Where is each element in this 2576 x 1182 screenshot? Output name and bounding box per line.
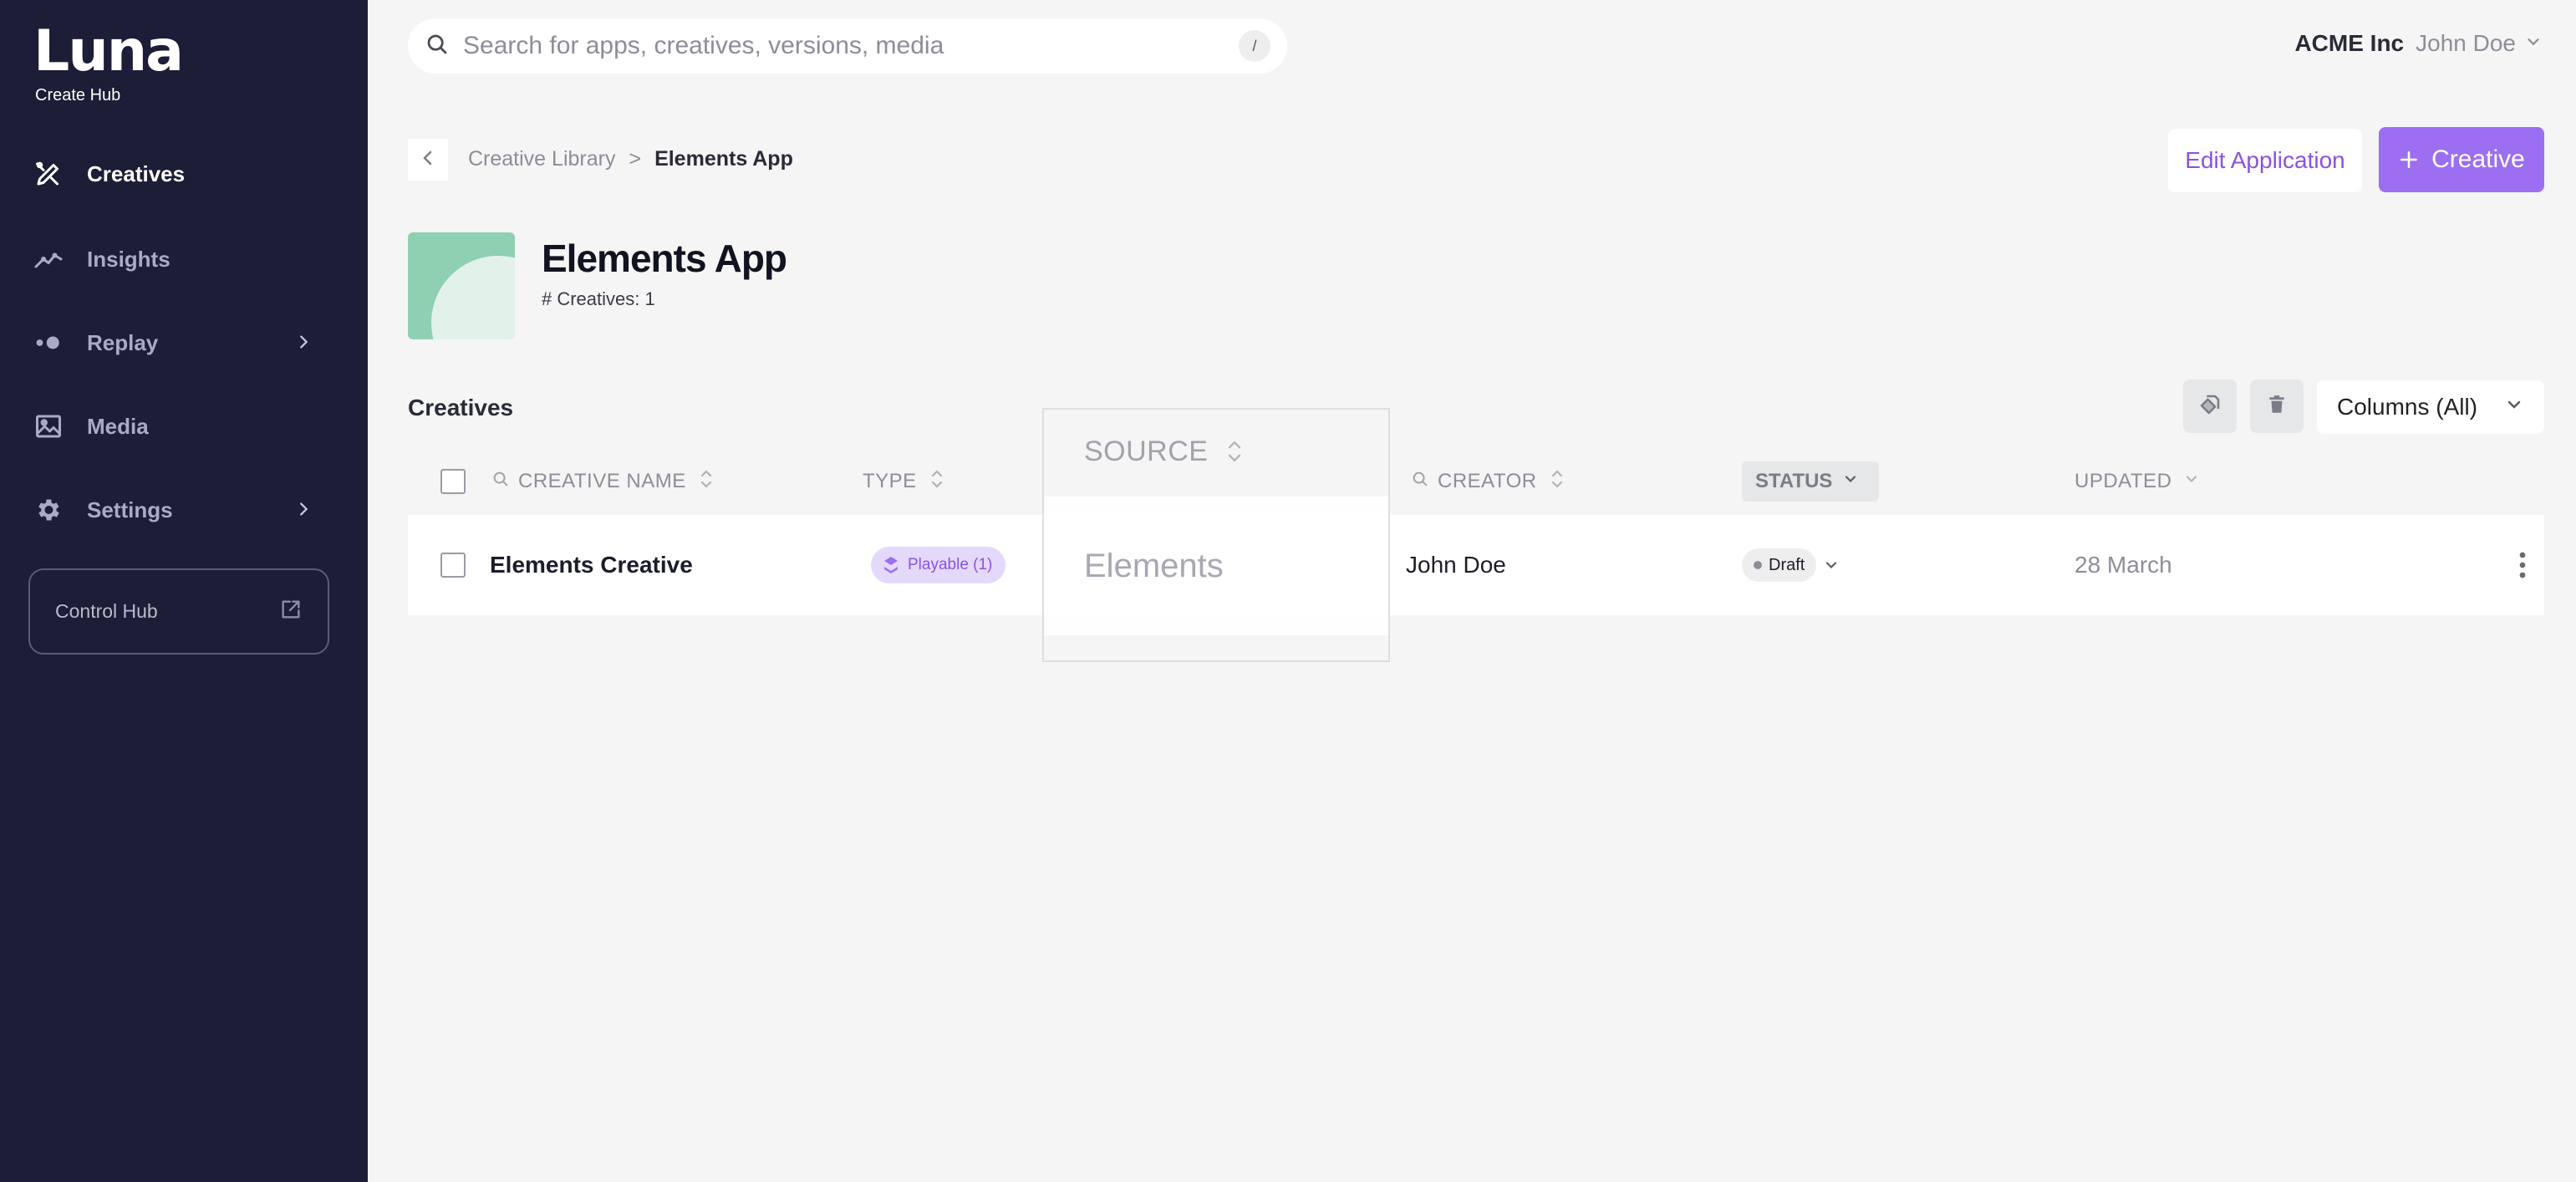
select-all-checkbox[interactable] [440, 469, 466, 494]
column-label: UPDATED [2075, 470, 2172, 492]
section-title: Creatives [408, 395, 514, 420]
plus-icon [2398, 143, 2420, 176]
chevron-down-icon [2524, 30, 2543, 57]
sidebar-item-replay[interactable]: Replay [33, 318, 326, 368]
breadcrumb: Creative Library > Elements App [468, 147, 793, 171]
chevron-right-icon [294, 333, 313, 355]
back-button[interactable] [408, 139, 448, 181]
gear-icon [33, 493, 87, 527]
column-header-type[interactable]: TYPE [863, 458, 945, 505]
chevron-right-icon [294, 500, 313, 522]
trash-icon [2266, 394, 2288, 420]
column-label: CREATIVE NAME [518, 470, 686, 492]
media-icon [33, 410, 87, 443]
create-creative-button[interactable]: Creative [2379, 127, 2544, 192]
status-dot [1754, 561, 1762, 569]
status-badge[interactable]: Draft [1742, 548, 1817, 582]
column-header-status[interactable]: STATUS [1742, 461, 1879, 502]
sort-icon[interactable] [1549, 467, 1565, 497]
table-header: CREATIVE NAME TYPE CREATOR STATUS UPDATE… [408, 458, 2544, 505]
app-root: Luna Create Hub Creatives Insights Repla… [0, 0, 2576, 1182]
row-checkbox[interactable] [440, 553, 466, 578]
org-name: ACME Inc [2294, 30, 2405, 56]
control-hub-label: Control Hub [55, 600, 158, 622]
column-label: STATUS [1755, 470, 1833, 492]
column-header-updated[interactable]: UPDATED [2075, 458, 2200, 505]
row-menu-icon[interactable] [2517, 550, 2528, 584]
type-cell: Playable (1) [871, 515, 1006, 615]
duplicate-button[interactable] [2183, 380, 2237, 433]
column-header-source[interactable]: SOURCE [1044, 410, 1388, 493]
column-label: CREATOR [1438, 470, 1537, 492]
edit-application-button[interactable]: Edit Application [2168, 129, 2362, 192]
sidebar-item-creatives[interactable]: Creatives [33, 149, 326, 199]
search-shortcut-hint: / [1239, 30, 1270, 62]
insights-icon [33, 242, 87, 276]
column-label: TYPE [863, 470, 917, 492]
sidebar-item-settings[interactable]: Settings [33, 485, 326, 535]
sidebar-item-insights[interactable]: Insights [33, 234, 326, 284]
duplicate-icon [2197, 392, 2222, 421]
sidebar-item-label: Creatives [87, 160, 186, 186]
sort-icon[interactable] [1224, 436, 1245, 466]
sidebar-item-label: Insights [87, 246, 171, 272]
chevron-left-icon [418, 148, 438, 172]
source-cell: Elements [1044, 497, 1388, 635]
columns-select-label: Columns (All) [2337, 394, 2478, 420]
replay-icon [33, 326, 87, 359]
search-input[interactable] [463, 32, 1239, 60]
chevron-down-icon [1842, 470, 1859, 493]
chevron-down-icon[interactable] [1823, 557, 1840, 573]
breadcrumb-parent[interactable]: Creative Library [468, 147, 615, 171]
logo-subtitle: Create Hub [35, 86, 121, 104]
column-header-creator[interactable]: CREATOR [1411, 458, 1565, 505]
search-icon[interactable] [491, 470, 510, 494]
search-bar[interactable]: / [408, 18, 1287, 74]
sidebar: Luna Create Hub Creatives Insights Repla… [0, 0, 368, 1182]
sidebar-item-label: Settings [87, 497, 173, 522]
create-creative-label: Creative [2431, 145, 2525, 173]
table-row[interactable]: Elements Creative Playable (1) John Doe … [408, 515, 2544, 615]
delete-button[interactable] [2250, 380, 2304, 433]
creatives-icon [33, 157, 87, 191]
breadcrumb-current: Elements App [654, 147, 793, 171]
sidebar-item-label: Media [87, 413, 149, 439]
column-header-name[interactable]: CREATIVE NAME [491, 458, 715, 505]
type-badge: Playable (1) [871, 547, 1006, 583]
dragged-source-column[interactable]: SOURCE Elements [1042, 408, 1390, 662]
search-icon [425, 32, 450, 61]
column-label: SOURCE [1084, 435, 1209, 467]
app-thumbnail [408, 232, 515, 339]
search-icon[interactable] [1411, 470, 1429, 494]
chevron-down-icon [2183, 470, 2200, 493]
sort-icon[interactable] [929, 467, 945, 497]
playable-icon [883, 556, 899, 574]
breadcrumb-separator: > [629, 147, 642, 171]
creative-name-cell[interactable]: Elements Creative [490, 515, 693, 615]
external-link-icon [279, 598, 303, 625]
user-name: John Doe [2416, 30, 2516, 56]
app-thumbnail-shape [431, 256, 515, 339]
logo: Luna [33, 18, 184, 84]
creator-cell: John Doe [1406, 552, 1506, 578]
page-title: Elements App [542, 237, 787, 280]
sort-icon[interactable] [698, 467, 715, 497]
columns-select[interactable]: Columns (All) [2317, 380, 2544, 434]
chevron-down-icon [2504, 394, 2524, 420]
account-switcher[interactable]: ACME Inc John Doe [2294, 30, 2543, 57]
updated-cell: 28 March [2075, 552, 2172, 578]
sidebar-item-label: Replay [87, 329, 159, 355]
creatives-count: # Creatives: 1 [542, 288, 655, 309]
status-label: Draft [1769, 555, 1805, 574]
type-badge-label: Playable (1) [908, 556, 993, 573]
sidebar-item-media[interactable]: Media [33, 401, 326, 451]
status-cell[interactable]: Draft [1742, 515, 1840, 615]
control-hub-button[interactable]: Control Hub [28, 568, 329, 655]
